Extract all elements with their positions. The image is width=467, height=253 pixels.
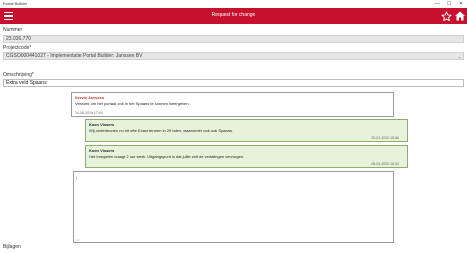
description-field[interactable]: Extra veld Spaans (3, 79, 464, 87)
project-select[interactable]: CGSO000441027 - Implementatie Portal Bui… (3, 52, 464, 60)
star-icon[interactable] (439, 9, 453, 23)
maximize-button[interactable]: ☐ (443, 0, 455, 8)
message-bubble: Koen Vissers Wij onderteunen nu nit ofte… (85, 119, 408, 142)
number-field: 23.036.770 (3, 35, 464, 43)
app-bar: Request for change (0, 8, 467, 24)
attachments-label: Bijlagen (3, 244, 21, 250)
project-label: Projectcode* (3, 45, 32, 51)
message-text: Het Inregelen vraagt 2 uur werk. Uitgang… (89, 154, 245, 159)
message-time: 14-06-2019 17:04 (75, 110, 103, 115)
app-window: Portal Builder — ☐ ✕ Request for change … (0, 0, 467, 253)
compose-textarea[interactable]: | ⌞⌟ (73, 171, 394, 243)
message-bubble: Koen Vissers Het Inregelen vraagt 2 uur … (85, 145, 408, 168)
page-title: Request for change (211, 12, 256, 18)
message-text: Verzoek om het portaal ook in het Spaans… (75, 101, 190, 106)
window-title: Portal Builder (3, 1, 28, 6)
description-label: Omschrijving* (3, 72, 34, 78)
message-time: 06-04-2020 16:32 (371, 161, 399, 166)
message-time: 20-01-2020 15:56 (371, 135, 399, 140)
message-author: Koen Vissers (89, 121, 115, 127)
window-titlebar: Portal Builder — ☐ ✕ (0, 0, 467, 8)
home-icon[interactable] (453, 9, 467, 23)
message-author: Servie Janssen (75, 94, 105, 100)
message-author: Koen Vissers (89, 147, 115, 153)
chevron-down-icon: ⌄ (457, 54, 461, 59)
message-text: Wij onderteunen nu nit ofte Exact termen… (89, 128, 234, 133)
resize-grip-icon[interactable]: ⌞⌟ (76, 237, 79, 241)
message-bubble: Servie Janssen Verzoek om het portaal oo… (71, 92, 394, 117)
text-cursor: | (76, 175, 78, 180)
minimize-button[interactable]: — (431, 0, 443, 8)
close-button[interactable]: ✕ (455, 0, 467, 8)
number-label: Nummer (3, 27, 23, 33)
project-select-value: CGSO000441027 - Implementatie Portal Bui… (6, 53, 143, 59)
